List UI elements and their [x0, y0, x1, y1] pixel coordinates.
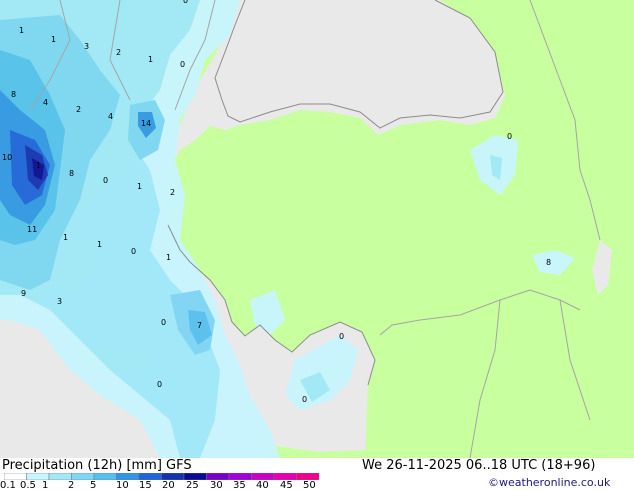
- value-label: 1: [137, 182, 142, 191]
- value-label: 0: [507, 132, 512, 141]
- legend-swatch: [296, 473, 320, 480]
- legend-swatch: [4, 473, 27, 480]
- value-label: 0: [339, 332, 344, 341]
- value-label: 1: [148, 55, 153, 64]
- value-label: 0: [180, 60, 185, 69]
- weather-map: 1 1 3 2 1 0 8 4 2 4 14 10 1 8 0 1 2 11 1…: [0, 0, 634, 459]
- legend-tick-label: 20: [162, 480, 175, 491]
- value-label: 1: [19, 26, 24, 35]
- value-label: 2: [116, 48, 121, 57]
- value-label: 3: [57, 297, 62, 306]
- value-label: 11: [27, 225, 37, 234]
- legend-swatch: [228, 473, 252, 480]
- legend-swatch: [71, 473, 95, 480]
- legend-tick-label: 40: [256, 480, 269, 491]
- value-label: 3: [84, 42, 89, 51]
- value-label: 0: [302, 395, 307, 404]
- legend-swatch: [48, 473, 72, 480]
- map-canvas: 1 1 3 2 1 0 8 4 2 4 14 10 1 8 0 1 2 11 1…: [0, 0, 634, 459]
- value-label: 1: [166, 253, 171, 262]
- legend-tick-label: 10: [116, 480, 129, 491]
- value-label: 1: [36, 161, 41, 170]
- legend-swatch: [273, 473, 297, 480]
- legend-swatch: [93, 473, 117, 480]
- black-sea: [215, 0, 503, 128]
- legend-swatch: [138, 473, 162, 480]
- value-label: 8: [11, 90, 16, 99]
- legend-tick-label: 5: [90, 480, 97, 491]
- value-label: 2: [76, 105, 81, 114]
- legend-tick-label: 45: [280, 480, 293, 491]
- legend-tick-label: 35: [233, 480, 246, 491]
- legend-tick-label: 0.1: [0, 480, 16, 491]
- color-legend-bar: [4, 473, 320, 480]
- value-label: 8: [69, 169, 74, 178]
- value-label: 8: [546, 258, 551, 267]
- value-label: 10: [2, 153, 12, 162]
- legend-swatch: [161, 473, 185, 480]
- value-label: 14: [141, 119, 151, 128]
- value-label: 7: [197, 321, 202, 330]
- value-label: 4: [43, 98, 48, 107]
- map-title: Precipitation (12h) [mm] GFS: [2, 458, 192, 473]
- legend-tick-label: 1: [42, 480, 49, 491]
- value-label: 0: [131, 247, 136, 256]
- value-label: 0: [157, 380, 162, 389]
- legend-tick-label: 25: [186, 480, 199, 491]
- value-label: 0: [183, 0, 188, 5]
- legend-tick-label: 50: [303, 480, 316, 491]
- legend-swatch: [116, 473, 140, 480]
- value-label: 2: [170, 188, 175, 197]
- value-label: 1: [63, 233, 68, 242]
- legend-swatch: [26, 473, 50, 480]
- legend-swatch: [183, 473, 207, 480]
- legend-tick-label: 15: [139, 480, 152, 491]
- value-label: 9: [21, 289, 26, 298]
- legend-swatch: [206, 473, 230, 480]
- legend-tick-label: 0.5: [20, 480, 36, 491]
- legend-tick-label: 2: [68, 480, 75, 491]
- value-label: 1: [97, 240, 102, 249]
- legend-swatch: [251, 473, 275, 480]
- value-label: 1: [51, 35, 56, 44]
- map-footer: Precipitation (12h) [mm] GFS We 26-11-20…: [0, 458, 634, 491]
- legend-tick-label: 30: [210, 480, 223, 491]
- value-label: 0: [161, 318, 166, 327]
- credit-link[interactable]: ©weatheronline.co.uk: [488, 476, 610, 489]
- value-label: 0: [103, 176, 108, 185]
- forecast-datetime: We 26-11-2025 06..18 UTC (18+96): [362, 458, 596, 473]
- value-label: 4: [108, 112, 113, 121]
